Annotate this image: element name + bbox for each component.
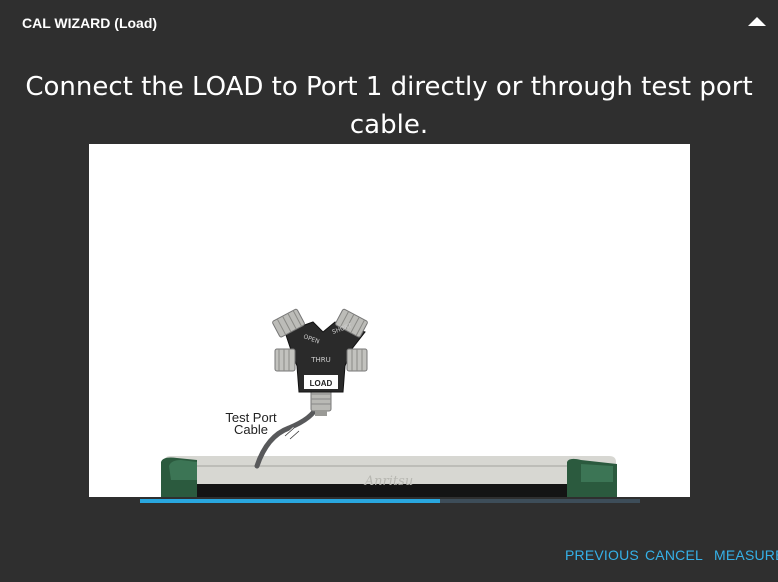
cancel-button[interactable]: CANCEL [645,547,703,563]
load-label: LOAD [310,379,333,388]
previous-button[interactable]: PREVIOUS [565,547,639,563]
brand-label: Anritsu [364,474,413,489]
measure-button[interactable]: MEASURE [714,547,778,563]
cal-kit-diagram: Anritsu OPEN SHORT THRU LOAD Test Port C… [161,308,617,497]
triangle-up-icon[interactable] [748,17,766,27]
cable-label-line2: Cable [234,422,268,437]
wizard-title: CAL WIZARD (Load) [22,15,158,31]
thru-label: THRU [310,356,331,364]
calibration-illustration: Anritsu OPEN SHORT THRU LOAD Test Port C… [89,144,690,497]
instruction-text: Connect the LOAD to Port 1 directly or t… [25,72,753,140]
wizard-header: CAL WIZARD (Load) [0,0,778,48]
wizard-progress-fill [140,499,440,503]
wizard-progress-bar [140,499,640,503]
